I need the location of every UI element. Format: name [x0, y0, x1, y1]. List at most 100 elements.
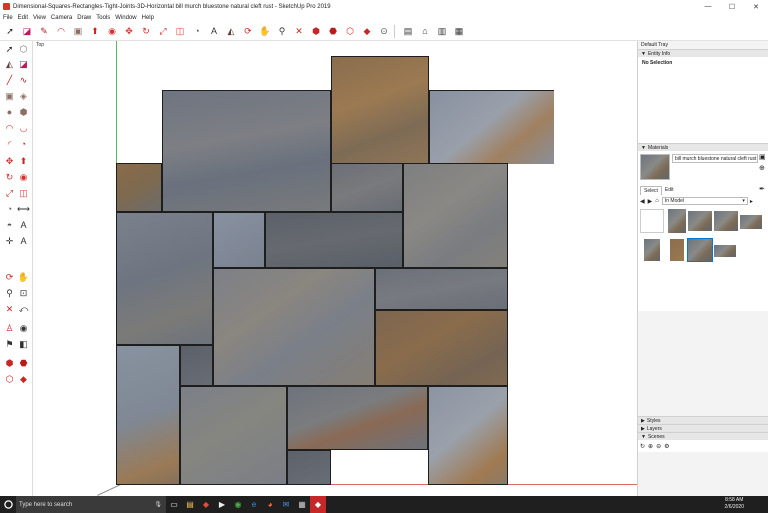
zoom-window-icon[interactable]: ⊡	[17, 287, 30, 300]
select-icon[interactable]: ➚	[3, 43, 16, 56]
layout-send-icon[interactable]: ◆	[17, 373, 30, 386]
move-tool-icon[interactable]: ✥	[122, 24, 136, 38]
scenes-header[interactable]: ▼ Scenes	[638, 432, 768, 440]
scene-settings-icon[interactable]: ⚙	[664, 443, 669, 450]
material-swatch[interactable]	[668, 209, 686, 233]
stone-tile[interactable]	[375, 310, 508, 386]
view-right-icon[interactable]: ▦	[452, 24, 466, 38]
orbit-icon[interactable]: ⟳	[3, 271, 16, 284]
calendar-icon[interactable]: ▦	[294, 496, 310, 513]
stone-tile[interactable]	[428, 386, 508, 485]
share-model-icon[interactable]: ⬡	[3, 373, 16, 386]
text-tool-icon[interactable]: A	[207, 24, 221, 38]
pie-icon[interactable]: ◔	[17, 138, 30, 151]
menu-draw[interactable]: Draw	[75, 15, 93, 21]
polygon-icon[interactable]: ⬢	[17, 106, 30, 119]
forward-icon[interactable]: ▶	[648, 198, 653, 205]
menu-edit[interactable]: Edit	[16, 15, 30, 21]
stone-tile[interactable]	[429, 90, 554, 164]
material-preview-swatch[interactable]	[640, 154, 670, 180]
stone-tile[interactable]	[375, 268, 508, 310]
stone-tile[interactable]	[287, 450, 331, 485]
media-icon[interactable]: ▶	[214, 496, 230, 513]
create-material-icon[interactable]: ⊕	[759, 164, 765, 172]
menu-file[interactable]: File	[1, 15, 15, 21]
eraser-tool-icon[interactable]: ◪	[20, 24, 34, 38]
pan-tool-icon[interactable]: ✋	[258, 24, 272, 38]
material-swatch[interactable]	[714, 211, 738, 231]
arc-icon[interactable]: ◠	[3, 122, 16, 135]
sketchup-task-icon[interactable]: ◆	[198, 496, 214, 513]
orbit-tool-icon[interactable]: ⟳	[241, 24, 255, 38]
rotate-icon[interactable]: ↻	[3, 171, 16, 184]
material-swatch[interactable]	[640, 209, 664, 233]
line-icon[interactable]: ╱	[3, 74, 16, 87]
look-around-icon[interactable]: ◉	[17, 322, 30, 335]
line-tool-icon[interactable]: ✎	[37, 24, 51, 38]
previous-view-icon[interactable]: ⤺	[17, 303, 30, 316]
stone-tile[interactable]	[287, 386, 428, 450]
section-plane-icon[interactable]: ◧	[17, 338, 30, 351]
3d-text-icon[interactable]: A	[17, 235, 30, 248]
microphone-icon[interactable]: 🎙	[154, 501, 162, 508]
material-swatch[interactable]	[688, 211, 712, 231]
follow-me-tool-icon[interactable]: ◉	[105, 24, 119, 38]
extension-warehouse-icon[interactable]: ⬣	[17, 357, 30, 370]
zoom-extents-icon[interactable]: ✕	[292, 24, 306, 38]
zoom-tool-icon[interactable]: ⚲	[275, 24, 289, 38]
menu-camera[interactable]: Camera	[49, 15, 74, 21]
stone-tile[interactable]	[331, 56, 429, 164]
stone-tile[interactable]	[213, 268, 375, 386]
stone-tile[interactable]	[116, 212, 213, 345]
two-point-arc-icon[interactable]: ◡	[17, 122, 30, 135]
rotated-rectangle-icon[interactable]: ◈	[17, 90, 30, 103]
scale-icon[interactable]: ⤢	[3, 187, 16, 200]
stone-tile[interactable]	[213, 212, 265, 268]
entity-info-header[interactable]: ▼ Entity Info	[638, 49, 768, 57]
menu-help[interactable]: Help	[140, 15, 156, 21]
stone-tile[interactable]	[180, 345, 213, 386]
view-front-icon[interactable]: ▥	[435, 24, 449, 38]
chrome-icon[interactable]: ◉	[230, 496, 246, 513]
material-swatch[interactable]	[714, 245, 736, 257]
material-swatch[interactable]	[740, 215, 762, 229]
modeling-viewport[interactable]: Top	[33, 41, 637, 496]
display-material-icon[interactable]: ▣	[759, 153, 766, 161]
stone-tile[interactable]	[162, 90, 331, 212]
rotate-tool-icon[interactable]: ↻	[139, 24, 153, 38]
eraser-icon[interactable]: ◪	[17, 58, 30, 71]
share-model-icon[interactable]: ⬡	[343, 24, 357, 38]
minimize-button[interactable]: —	[696, 0, 720, 13]
tab-edit[interactable]: Edit	[662, 186, 677, 195]
extension-manager-icon[interactable]: ⊙	[377, 24, 391, 38]
layout-icon[interactable]: ◆	[360, 24, 374, 38]
back-icon[interactable]: ◀	[640, 198, 645, 205]
push-pull-tool-icon[interactable]: ⬆	[88, 24, 102, 38]
paint-bucket-tool-icon[interactable]: ◭	[224, 24, 238, 38]
file-explorer-icon[interactable]: ▤	[182, 496, 198, 513]
three-point-arc-icon[interactable]: ◜	[3, 138, 16, 151]
scale-tool-icon[interactable]: ⤢	[156, 24, 170, 38]
rectangle-tool-icon[interactable]: ▣	[71, 24, 85, 38]
rectangle-icon[interactable]: ▣	[3, 90, 16, 103]
zoom-extents-icon[interactable]: ✕	[3, 303, 16, 316]
mail-icon[interactable]: ✉	[278, 496, 294, 513]
dimension-icon[interactable]: ⟷	[17, 203, 30, 216]
extension-warehouse-icon[interactable]: ⬣	[326, 24, 340, 38]
sample-paint-icon[interactable]: ✒	[759, 185, 765, 193]
refresh-icon[interactable]: ↻	[640, 443, 645, 450]
stone-tile[interactable]	[116, 345, 180, 485]
tape-measure-icon[interactable]: ◔	[3, 203, 16, 216]
stone-tile[interactable]	[116, 163, 162, 212]
close-button[interactable]: ✕	[744, 0, 768, 13]
menu-window[interactable]: Window	[113, 15, 138, 21]
warehouse-icon[interactable]: ⬢	[3, 357, 16, 370]
task-view-icon[interactable]: ▭	[166, 496, 182, 513]
add-scene-icon[interactable]: ⊕	[648, 443, 653, 450]
stone-tile[interactable]	[403, 163, 508, 268]
warehouse-icon[interactable]: ⬢	[309, 24, 323, 38]
details-icon[interactable]: ▸	[750, 198, 753, 205]
layers-header[interactable]: ▶ Layers	[638, 424, 768, 432]
paint-icon[interactable]: ◭	[3, 58, 16, 71]
start-button[interactable]	[0, 496, 16, 513]
